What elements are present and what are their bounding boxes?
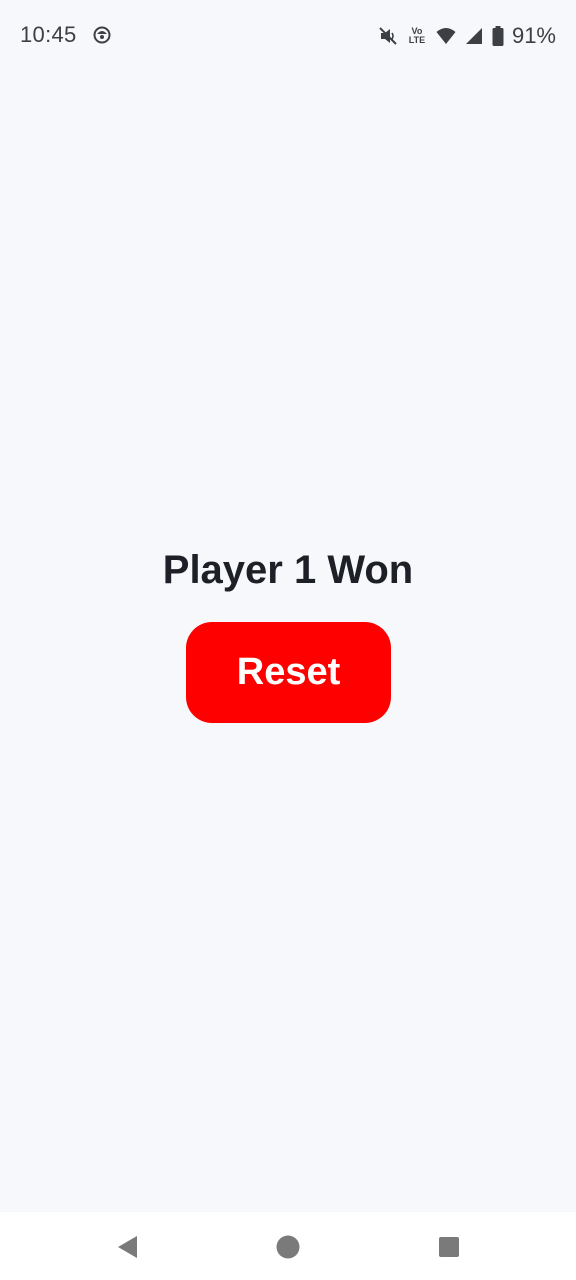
navigation-bar xyxy=(0,1212,576,1280)
home-icon[interactable] xyxy=(275,1234,301,1260)
game-result-screen: Player 1 Won Reset xyxy=(0,0,576,1212)
result-text: Player 1 Won xyxy=(162,548,414,592)
recents-icon[interactable] xyxy=(436,1234,462,1260)
reset-button[interactable]: Reset xyxy=(186,622,391,723)
back-icon[interactable] xyxy=(115,1234,141,1260)
